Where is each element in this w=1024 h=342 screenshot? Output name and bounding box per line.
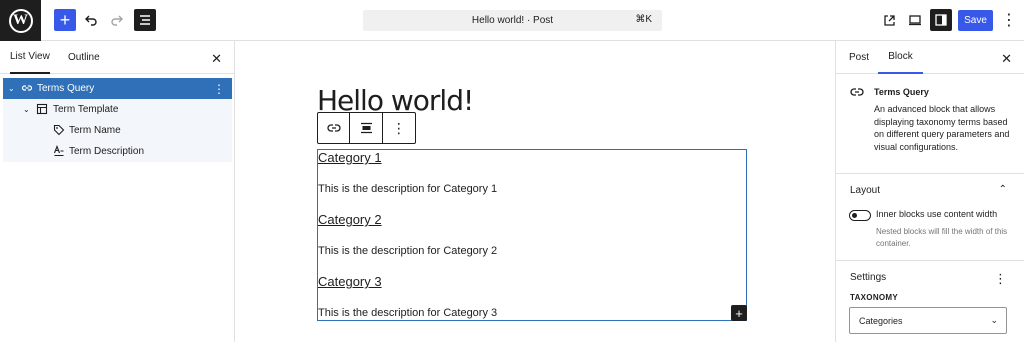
document-title: Hello world! · Post (471, 15, 554, 26)
desktop-icon (909, 15, 921, 26)
list-item-term-template[interactable]: ⌄ Term Template (3, 99, 232, 120)
close-icon: ✕ (1001, 51, 1012, 66)
layout-panel: Layout ⌃ Inner blocks use content width … (836, 175, 1024, 261)
term-description: This is the description for Category 2 (318, 245, 498, 257)
block-description: An advanced block that allows displaying… (874, 104, 1010, 152)
undo-button[interactable] (80, 9, 102, 31)
chevron-down-icon: ⌄ (990, 315, 998, 325)
plus-icon: + (59, 10, 71, 30)
document-overview-button[interactable] (134, 9, 156, 31)
toggle-knob (852, 213, 857, 218)
block-inserter-button[interactable]: + (731, 305, 747, 321)
list-item-term-name[interactable]: Term Name (3, 120, 232, 141)
shortcut-hint: ⌘K (635, 14, 652, 25)
close-sidebar-button[interactable]: ✕ (1001, 51, 1012, 67)
chevron-down-icon: ⌄ (23, 105, 30, 114)
undo-icon (85, 15, 97, 26)
list-view-tabs: List View Outline ✕ (0, 41, 234, 74)
options-menu-button[interactable]: ⋮ (1000, 9, 1018, 31)
term-description: This is the description for Category 3 (318, 307, 498, 319)
toggle-label: Inner blocks use content width (876, 209, 998, 219)
more-vertical-icon: ⋮ (391, 119, 406, 136)
sidebar-tabs: Post Block ✕ (836, 41, 1024, 74)
tab-block[interactable]: Block (878, 41, 923, 74)
plus-icon: + (735, 305, 743, 321)
term-name[interactable]: Category 1 (318, 150, 382, 165)
more-vertical-icon: ⋮ (1001, 12, 1017, 29)
block-card: Terms Query An advanced block that allow… (836, 74, 1024, 174)
block-toolbar: ⋮ (317, 112, 416, 144)
close-icon: ✕ (211, 51, 222, 66)
list-item-label: Terms Query (37, 83, 95, 94)
sidebar-icon (935, 14, 947, 26)
list-item-label: Term Description (69, 146, 145, 157)
align-wide-icon (360, 122, 372, 134)
list-item-label: Term Template (53, 104, 119, 115)
taxonomy-label: TAXONOMY (850, 293, 899, 302)
command-palette-bar[interactable]: Hello world! · Post ⌘K (363, 10, 662, 31)
taxonomy-selected-value: Categories (859, 315, 903, 326)
close-list-view-button[interactable]: ✕ (211, 51, 222, 67)
editor-header: W + Hello world! · Post ⌘K Save ⋮ (0, 0, 1024, 41)
wordpress-logo-button[interactable]: W (0, 0, 41, 41)
block-options-button[interactable]: ⋮ (383, 113, 415, 143)
more-vertical-icon[interactable]: ⋮ (213, 82, 225, 96)
redo-button[interactable] (106, 9, 128, 31)
external-link-icon (883, 14, 895, 26)
content-width-toggle[interactable] (849, 210, 871, 221)
view-post-button[interactable] (878, 9, 900, 31)
block-type-button[interactable] (318, 113, 351, 143)
term-description: This is the description for Category 1 (318, 183, 498, 195)
term-name[interactable]: Category 2 (318, 212, 382, 227)
align-button[interactable] (350, 113, 383, 143)
list-item-term-description[interactable]: Term Description (3, 141, 232, 162)
settings-sidebar-toggle[interactable] (930, 9, 952, 31)
settings-panel-title: Settings (850, 272, 887, 283)
tab-post[interactable]: Post (849, 41, 869, 74)
list-view-panel: List View Outline ✕ ⌄ Terms Query ⋮ ⌄ Te… (0, 41, 235, 342)
add-block-button[interactable]: + (54, 9, 76, 31)
toggle-help-text: Nested blocks will fill the width of thi… (876, 227, 1008, 248)
taxonomy-select[interactable]: Categories ⌄ (849, 307, 1007, 334)
more-vertical-icon[interactable]: ⋮ (994, 271, 1007, 287)
settings-panel: Settings ⋮ TAXONOMY Categories ⌄ (836, 262, 1024, 342)
layout-panel-title[interactable]: Layout (850, 185, 880, 196)
redo-icon (111, 15, 123, 26)
tab-list-view[interactable]: List View (10, 41, 50, 74)
terms-query-icon (21, 85, 33, 91)
terms-query-icon (850, 88, 864, 96)
template-icon (36, 103, 48, 115)
terms-query-block[interactable]: Category 1 This is the description for C… (317, 149, 747, 321)
list-view-icon (140, 15, 150, 25)
chevron-up-icon[interactable]: ⌃ (999, 184, 1007, 195)
term-name[interactable]: Category 3 (318, 274, 382, 289)
save-button[interactable]: Save (958, 10, 993, 31)
device-preview-button[interactable] (904, 9, 926, 31)
tag-icon (53, 124, 65, 136)
wordpress-icon: W (8, 8, 33, 33)
chevron-down-icon: ⌄ (8, 84, 15, 93)
tab-outline[interactable]: Outline (68, 41, 100, 74)
terms-query-icon (327, 124, 341, 132)
list-item-label: Term Name (69, 125, 121, 136)
settings-sidebar: Post Block ✕ Terms Query An advanced blo… (835, 41, 1024, 342)
block-title: Terms Query (874, 87, 929, 97)
list-item-terms-query[interactable]: ⌄ Terms Query ⋮ (3, 78, 232, 99)
description-icon (53, 145, 64, 157)
